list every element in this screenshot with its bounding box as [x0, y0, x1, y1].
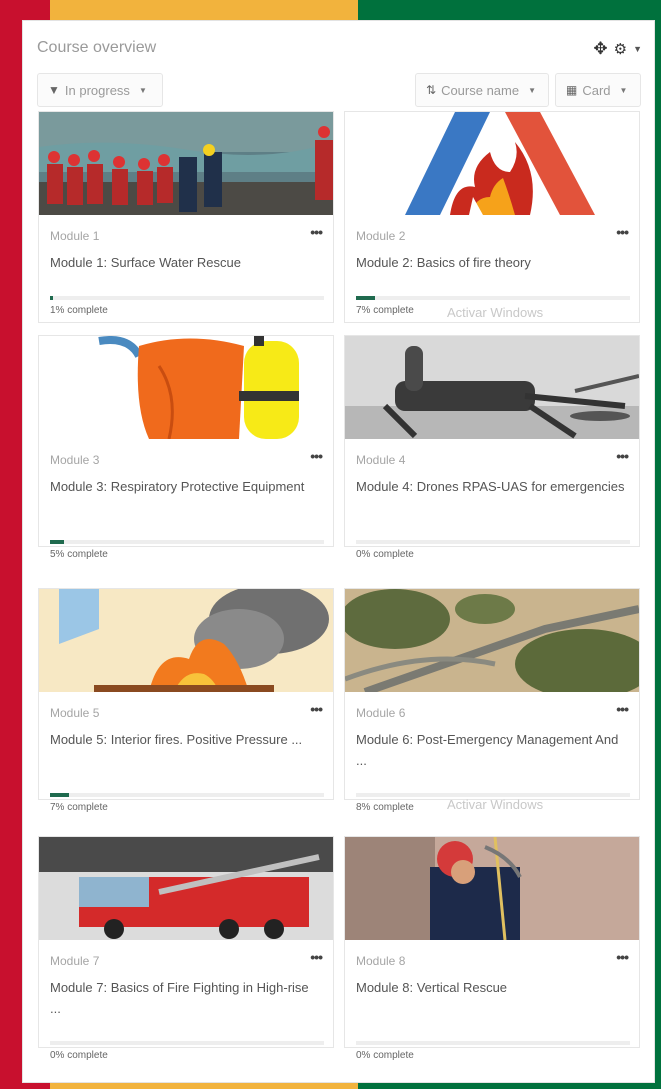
progress-text: 5% complete	[50, 549, 108, 560]
course-card[interactable]: Module 2 ••• Module 2: Basics of fire th…	[344, 111, 640, 323]
course-category: Module 7	[50, 954, 100, 968]
course-name-link[interactable]: Module 2: Basics of fire theory	[356, 252, 626, 273]
fire-truck-image	[39, 837, 333, 940]
sort-dropdown[interactable]: ⇅ Course name ▼	[415, 73, 549, 107]
course-category: Module 4	[356, 453, 406, 467]
progress-fill	[356, 296, 376, 300]
interior-fire-image	[39, 589, 333, 692]
course-image[interactable]	[39, 336, 333, 439]
status-filter-label: In progress	[64, 82, 130, 98]
progress-text: 0% complete	[356, 1050, 414, 1061]
progress-bar	[50, 793, 324, 797]
frame-bottom-green	[358, 1083, 661, 1089]
course-image[interactable]	[345, 837, 639, 940]
frame-bottom-yellow	[50, 1083, 358, 1089]
course-name-link[interactable]: Module 3: Respiratory Protective Equipme…	[50, 476, 320, 497]
progress-text: 1% complete	[50, 305, 108, 316]
course-image[interactable]	[345, 112, 639, 215]
drone-image	[345, 336, 639, 439]
more-icon[interactable]: •••	[616, 224, 629, 240]
chevron-down-icon: ▼	[138, 85, 147, 95]
course-category: Module 8	[356, 954, 406, 968]
grid-icon: ▦	[566, 83, 578, 97]
progress-fill	[50, 540, 64, 544]
course-image[interactable]	[345, 589, 639, 692]
progress-text: 0% complete	[356, 549, 414, 560]
progress-fill	[50, 296, 53, 300]
fire-triangle-image	[345, 112, 639, 215]
chevron-down-icon: ▼	[528, 85, 537, 95]
course-card[interactable]: Module 3 ••• Module 3: Respiratory Prote…	[38, 335, 334, 560]
course-card[interactable]: Module 6 ••• Module 6: Post-Emergency Ma…	[344, 588, 640, 813]
more-icon[interactable]: •••	[616, 448, 629, 464]
filter-icon: ▼	[48, 83, 60, 97]
frame-top-green	[358, 0, 661, 20]
course-name-link[interactable]: Module 7: Basics of Fire Fighting in Hig…	[50, 977, 320, 1019]
frame-left-stripe	[0, 0, 22, 1089]
more-icon[interactable]: •••	[310, 949, 323, 965]
progress-bar	[356, 296, 630, 300]
activation-watermark: Activar Windows	[447, 797, 544, 812]
progress-text: 7% complete	[50, 802, 108, 813]
chevron-down-icon[interactable]: ▼	[633, 44, 642, 54]
move-icon[interactable]: ✥	[593, 39, 607, 59]
course-category: Module 2	[356, 229, 406, 243]
more-icon[interactable]: •••	[310, 448, 323, 464]
course-image[interactable]	[39, 837, 333, 940]
block-controls: ✥ ⚙ ▼	[593, 39, 642, 59]
course-image[interactable]	[345, 336, 639, 439]
frame-top-yellow	[50, 0, 358, 20]
frame-right-stripe	[655, 0, 661, 1089]
status-filter-dropdown[interactable]: ▼ In progress ▼	[37, 73, 163, 107]
frame-bottom-red	[0, 1083, 50, 1089]
chevron-down-icon: ▼	[619, 85, 628, 95]
course-name-link[interactable]: Module 6: Post-Emergency Management And …	[356, 729, 626, 771]
progress-text: 0% complete	[50, 1050, 108, 1061]
more-icon[interactable]: •••	[310, 224, 323, 240]
course-image[interactable]	[39, 589, 333, 692]
course-card[interactable]: Module 1 ••• Module 1: Surface Water Res…	[38, 111, 334, 323]
course-name-link[interactable]: Module 8: Vertical Rescue	[356, 977, 626, 998]
progress-text: 8% complete	[356, 802, 414, 813]
course-category: Module 1	[50, 229, 100, 243]
course-overview-block: Course overview ✥ ⚙ ▼ ▼ In progress ▼ ⇅ …	[22, 20, 655, 1083]
course-name-link[interactable]: Module 1: Surface Water Rescue	[50, 252, 320, 273]
progress-fill	[50, 793, 70, 797]
progress-text: 7% complete	[356, 305, 414, 316]
flooded-road-image	[345, 589, 639, 692]
gear-icon[interactable]: ⚙	[614, 40, 627, 58]
course-category: Module 6	[356, 706, 406, 720]
course-card[interactable]: Module 5 ••• Module 5: Interior fires. P…	[38, 588, 334, 813]
progress-bar	[50, 296, 324, 300]
vertical-rescue-image	[345, 837, 639, 940]
course-card[interactable]: Module 8 ••• Module 8: Vertical Rescue 0…	[344, 836, 640, 1061]
course-image[interactable]	[39, 112, 333, 215]
course-name-link[interactable]: Module 4: Drones RPAS-UAS for emergencie…	[356, 476, 626, 497]
view-label: Card	[582, 82, 611, 98]
more-icon[interactable]: •••	[310, 701, 323, 717]
frame-top-red	[0, 0, 50, 20]
sort-icon: ⇅	[426, 83, 437, 97]
course-card[interactable]: Module 4 ••• Module 4: Drones RPAS-UAS f…	[344, 335, 640, 560]
block-title: Course overview	[37, 39, 157, 56]
progress-bar	[50, 540, 324, 544]
course-name-link[interactable]: Module 5: Interior fires. Positive Press…	[50, 729, 320, 750]
course-card[interactable]: Module 7 ••• Module 7: Basics of Fire Fi…	[38, 836, 334, 1061]
course-category: Module 3	[50, 453, 100, 467]
sort-label: Course name	[441, 82, 520, 98]
activation-watermark: Activar Windows	[447, 305, 544, 320]
water-rescue-image	[39, 112, 333, 215]
view-dropdown[interactable]: ▦ Card ▼	[555, 73, 641, 107]
course-category: Module 5	[50, 706, 100, 720]
progress-bar	[356, 1041, 630, 1045]
progress-bar	[356, 540, 630, 544]
more-icon[interactable]: •••	[616, 949, 629, 965]
breathing-apparatus-image	[39, 336, 333, 439]
more-icon[interactable]: •••	[616, 701, 629, 717]
progress-bar	[50, 1041, 324, 1045]
